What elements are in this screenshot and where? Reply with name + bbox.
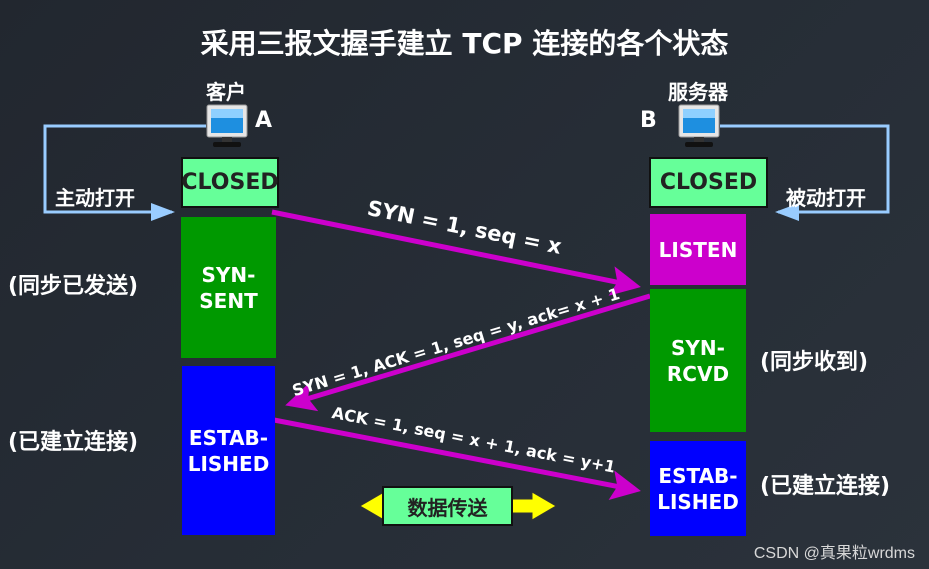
server-state-established: ESTAB- LISHED	[650, 441, 746, 536]
server-state-listen: LISTEN	[650, 214, 746, 285]
syn-ack-arrow	[285, 293, 651, 412]
watermark: CSDN @真果粒wrdms	[753, 545, 915, 562]
client-open-label: 主动打开	[55, 186, 135, 210]
client-state-established: ESTAB- LISHED	[182, 366, 275, 535]
server-syn-rcvd-annotation: (同步收到)	[760, 350, 869, 375]
data-arrow-right	[509, 491, 557, 521]
data-transfer-box: 数据传送	[382, 486, 513, 526]
client-letter: A	[255, 108, 273, 133]
client-label: 客户	[206, 80, 246, 104]
server-letter: B	[640, 108, 657, 133]
server-state-closed: CLOSED	[649, 157, 768, 208]
client-state-syn-sent: SYN- SENT	[181, 217, 276, 358]
client-computer-icon	[205, 104, 249, 154]
client-state-closed: CLOSED	[181, 157, 279, 208]
server-computer-icon	[677, 104, 721, 154]
client-established-annotation: (已建立连接)	[8, 430, 139, 455]
server-state-syn-rcvd: SYN- RCVD	[650, 289, 746, 432]
server-label: 服务器	[668, 80, 728, 104]
server-established-annotation: (已建立连接)	[760, 474, 891, 499]
client-syn-sent-annotation: (同步已发送)	[8, 274, 139, 299]
server-open-label: 被动打开	[786, 186, 866, 210]
